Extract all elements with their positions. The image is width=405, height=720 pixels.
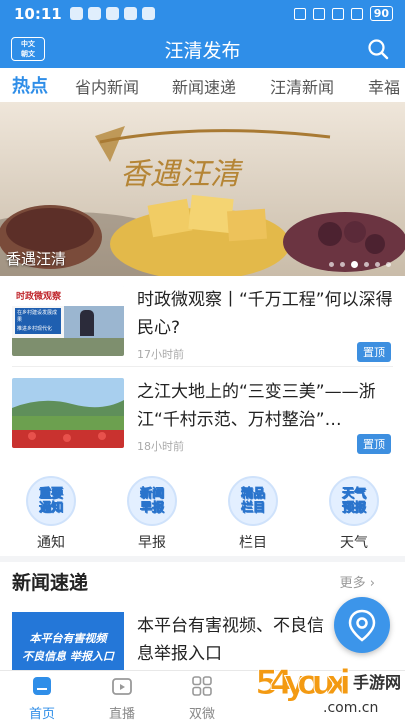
quick-links: 重要 通知 通知 新闻 早报 早报 精品 栏目 栏目 天气 预报 天气 [0, 470, 405, 552]
watermark-domain: .com.cn [323, 700, 378, 716]
app-header: 中文 朝文 汪清发布 [0, 30, 405, 68]
page-title: 汪清发布 [164, 40, 241, 62]
notice-icon: 重要 通知 [26, 476, 76, 526]
more-label: 更多 [339, 576, 366, 591]
carousel-dot-active[interactable] [351, 261, 358, 268]
status-time: 10:11 [14, 5, 62, 23]
news-item[interactable]: 时政微观察 在乡村建设发展成果 推进乡村现代化 时政微观察丨“千万工程”何以深得… [0, 278, 405, 364]
quick-link-label: 早报 [138, 535, 166, 551]
carousel-dots [329, 261, 391, 268]
location-fab-button[interactable] [334, 597, 390, 653]
chevron-right-icon: › [369, 576, 375, 591]
columns-icon: 精品 栏目 [228, 476, 278, 526]
status-bar: 10:11 90 [0, 0, 405, 30]
nav-label: 双微 [188, 707, 215, 720]
live-icon [112, 678, 132, 695]
tab-news-express[interactable]: 新闻速递 [172, 74, 236, 98]
carousel-dot[interactable] [340, 262, 345, 267]
icon-text: 早报 [139, 500, 165, 515]
search-icon[interactable] [367, 38, 389, 60]
home-icon [33, 677, 51, 695]
icon-text: 天气 [341, 486, 367, 501]
category-tabs: 热点 省内新闻 新闻速递 汪清新闻 幸福 [0, 68, 405, 102]
news-title[interactable]: 时政微观察丨“千万工程”何以深得民心? [137, 286, 393, 342]
mute-icon [312, 7, 325, 20]
nav-label: 首页 [28, 707, 55, 720]
tab-happiness[interactable]: 幸福 [368, 74, 400, 98]
news-title[interactable]: 之江大地上的“三变三美”——浙江“千村示范、万村整治”… [137, 378, 393, 434]
quick-link-weather[interactable]: 天气 预报 天气 [319, 476, 389, 552]
notification-icons [70, 7, 155, 20]
weibo-icon [70, 7, 83, 20]
quick-link-label: 栏目 [239, 535, 267, 551]
battery-icon: 90 [369, 6, 393, 21]
carousel-dot[interactable] [329, 262, 334, 267]
weather-icon: 天气 预报 [329, 476, 379, 526]
app-screen: 10:11 90 中文 朝文 汪清发布 热点 省内新闻 新闻速递 汪清新闻 幸福… [0, 0, 405, 720]
more-link[interactable]: 更多 › [340, 572, 375, 591]
thumb-caption: 不良信息 举报入口 [22, 650, 114, 663]
app-icon [142, 7, 155, 20]
news-thumbnail [12, 378, 124, 448]
nav-label: 直播 [108, 707, 135, 720]
icon-text: 重要 [38, 486, 64, 501]
wifi-icon [350, 7, 363, 20]
carousel-dot[interactable] [364, 262, 369, 267]
icon-text: 预报 [341, 500, 367, 515]
pinned-badge: 置顶 [357, 342, 391, 362]
thumb-caption: 在乡村建设发展成果 [17, 310, 58, 323]
banner-carousel[interactable]: 香遇汪清 香遇汪清 [0, 102, 405, 276]
morning-news-icon: 新闻 早报 [127, 476, 177, 526]
pinned-badge: 置顶 [357, 434, 391, 454]
location-pin-icon [348, 609, 376, 642]
status-icons: 90 [293, 6, 393, 21]
quick-link-notice[interactable]: 重要 通知 通知 [16, 476, 86, 552]
browser-icon [106, 7, 119, 20]
divider [12, 366, 393, 367]
thumb-caption: 推进乡村现代化 [17, 326, 53, 332]
carousel-dot[interactable] [375, 262, 380, 267]
grid-icon [192, 676, 212, 696]
news-thumbnail[interactable]: 本平台有害视频 不良信息 举报入口 [12, 612, 124, 678]
icon-text: 精品 [240, 486, 266, 501]
section-divider [0, 556, 405, 562]
tab-wangqing-news[interactable]: 汪清新闻 [270, 74, 334, 98]
watermark-sub: 手游网 [353, 673, 401, 692]
watermark-text: 54youxi [255, 663, 351, 703]
site-watermark: 54youxi 手游网 .com.cn [255, 663, 402, 717]
news-item[interactable]: 之江大地上的“三变三美”——浙江“千村示范、万村整治”… 18小时前 置顶 [0, 370, 405, 456]
nav-home[interactable]: 首页 [12, 675, 72, 720]
carousel-dot[interactable] [386, 262, 391, 267]
icon-text: 栏目 [240, 500, 266, 515]
news-thumbnail: 时政微观察 在乡村建设发展成果 推进乡村现代化 [12, 286, 124, 356]
video-icon [124, 7, 137, 20]
signal-icon [331, 7, 344, 20]
tab-hot[interactable]: 热点 [12, 72, 48, 98]
nav-dual-media[interactable]: 双微 [172, 675, 232, 720]
banner-art-text: 香遇汪清 [120, 157, 244, 192]
quick-link-morning-news[interactable]: 新闻 早报 早报 [117, 476, 187, 552]
quick-link-label: 通知 [37, 535, 65, 551]
tv-icon [88, 7, 101, 20]
thumb-label: 时政微观察 [16, 292, 62, 302]
news-time: 17小时前 [137, 348, 184, 361]
news-time: 18小时前 [137, 440, 184, 453]
nav-live[interactable]: 直播 [92, 675, 152, 720]
thumb-caption: 本平台有害视频 [29, 632, 107, 645]
quick-link-columns[interactable]: 精品 栏目 栏目 [218, 476, 288, 552]
icon-text: 新闻 [139, 486, 165, 501]
quick-link-label: 天气 [340, 535, 368, 551]
tab-provincial-news[interactable]: 省内新闻 [75, 74, 139, 98]
nfc-icon [293, 7, 306, 20]
icon-text: 通知 [38, 500, 64, 515]
banner-caption: 香遇汪清 [6, 250, 67, 268]
section-title: 新闻速递 [12, 572, 89, 594]
